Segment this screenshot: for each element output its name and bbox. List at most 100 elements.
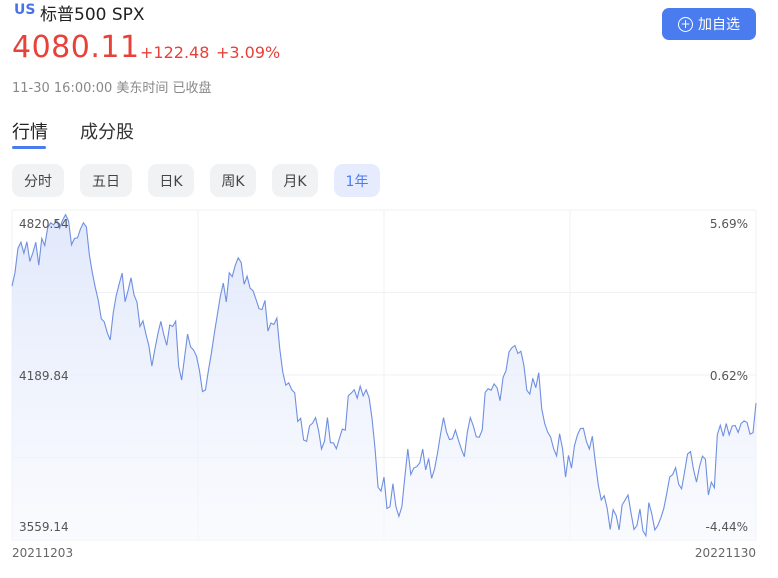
data-point <box>29 260 31 262</box>
data-point <box>633 528 635 530</box>
data-point <box>166 344 168 346</box>
data-point <box>389 506 391 508</box>
data-point <box>496 387 498 389</box>
data-point <box>615 514 617 516</box>
data-point <box>535 387 537 389</box>
period-button-one-year[interactable]: 1年 <box>334 164 380 197</box>
data-point <box>151 365 153 367</box>
period-button-daily-k[interactable]: 日K <box>148 164 194 197</box>
data-point <box>579 428 581 430</box>
data-point <box>684 471 686 473</box>
data-point <box>422 448 424 450</box>
data-point <box>624 499 626 501</box>
data-point <box>407 448 409 450</box>
data-point <box>576 434 578 436</box>
data-point <box>710 481 712 483</box>
x-start-date-label: 20211203 <box>12 546 74 560</box>
data-point <box>240 261 242 263</box>
data-point <box>353 389 355 391</box>
data-point <box>693 468 695 470</box>
period-button-five-day[interactable]: 五日 <box>80 164 132 197</box>
data-point <box>594 461 596 463</box>
data-point <box>698 466 700 468</box>
data-point <box>636 525 638 527</box>
data-point <box>130 277 132 279</box>
period-button-intraday[interactable]: 分时 <box>12 164 64 197</box>
data-point <box>582 427 584 429</box>
data-point <box>463 456 465 458</box>
market-badge: US <box>14 2 36 18</box>
data-point <box>365 389 367 391</box>
data-point <box>428 457 430 459</box>
data-point <box>288 382 290 384</box>
data-point <box>228 272 230 274</box>
data-point <box>443 417 445 419</box>
data-point <box>184 356 186 358</box>
data-point <box>731 425 733 427</box>
data-point <box>347 395 349 397</box>
data-point <box>270 322 272 324</box>
y-right-tick-label-mid: 0.62% <box>710 369 748 383</box>
data-point <box>118 283 120 285</box>
period-button-monthly-k[interactable]: 月K <box>272 164 318 197</box>
tab-constituents[interactable]: 成分股 <box>80 118 134 144</box>
x-end-date-label: 20221130 <box>694 546 756 560</box>
add-to-watchlist-label: 加自选 <box>698 17 740 33</box>
data-point <box>392 483 394 485</box>
data-point <box>737 431 739 433</box>
data-point <box>591 435 593 437</box>
data-point <box>386 507 388 509</box>
data-point <box>32 252 34 254</box>
data-point <box>374 448 376 450</box>
data-point <box>160 320 162 322</box>
data-point <box>460 448 462 450</box>
data-point <box>746 421 748 423</box>
data-point <box>562 448 564 450</box>
data-point <box>315 417 317 419</box>
data-point <box>222 282 224 284</box>
data-point <box>404 476 406 478</box>
data-point <box>550 436 552 438</box>
data-point <box>642 530 644 532</box>
data-point <box>651 513 653 515</box>
data-point <box>91 272 93 274</box>
data-point <box>264 299 266 301</box>
y-right-tick-label-min: -4.44% <box>706 520 748 534</box>
data-point <box>630 512 632 514</box>
data-point <box>198 370 200 372</box>
tab-quotes[interactable]: 行情 <box>12 118 48 144</box>
data-point <box>657 525 659 527</box>
data-point <box>618 529 620 531</box>
data-point <box>469 417 471 419</box>
data-point <box>475 436 477 438</box>
data-point <box>193 349 195 351</box>
data-point <box>523 364 525 366</box>
data-point <box>243 283 245 285</box>
data-point <box>678 483 680 485</box>
data-point <box>556 455 558 457</box>
data-point <box>600 499 602 501</box>
data-point <box>187 333 189 335</box>
plus-circle-icon: + <box>678 16 693 32</box>
data-point <box>568 454 570 456</box>
data-point <box>38 264 40 266</box>
data-point <box>249 287 251 289</box>
data-point <box>701 455 703 457</box>
y-tick-label-min: 3559.14 <box>19 520 69 534</box>
data-point <box>627 494 629 496</box>
add-to-watchlist-button[interactable]: + 加自选 <box>662 8 756 40</box>
data-point <box>713 487 715 489</box>
data-point <box>371 418 373 420</box>
period-button-weekly-k[interactable]: 周K <box>210 164 256 197</box>
data-point <box>11 285 13 287</box>
data-point <box>196 355 198 357</box>
data-point <box>306 440 308 442</box>
data-point <box>377 486 379 488</box>
data-point <box>255 298 257 300</box>
data-point <box>362 395 364 397</box>
data-point <box>454 429 456 431</box>
data-point <box>14 272 16 274</box>
data-point <box>493 383 495 385</box>
data-point <box>639 508 641 510</box>
active-tab-indicator <box>12 146 46 149</box>
